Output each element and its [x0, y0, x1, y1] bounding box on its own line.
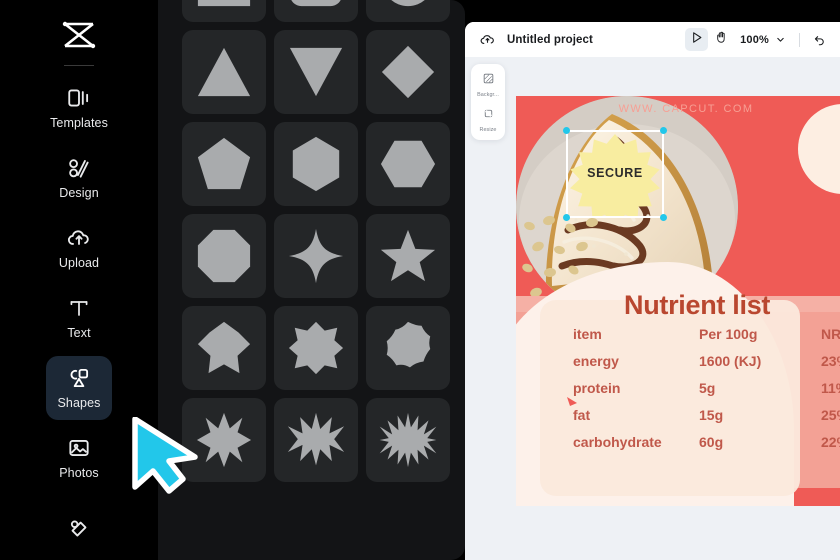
toolbar-divider	[799, 32, 800, 47]
sidebar-item-design[interactable]: Design	[46, 146, 112, 210]
editor-header: Untitled project 100%	[465, 22, 840, 57]
canvas-watermark: WWW. CAPCUT. COM	[618, 103, 754, 115]
nutrient-list-title: Nutrient list	[624, 290, 771, 320]
shape-tile-octagon[interactable]	[182, 214, 266, 298]
elements-icon	[66, 515, 92, 541]
cell-value: 5g	[699, 380, 716, 396]
cursor-select-tool[interactable]	[685, 28, 709, 51]
resize-tool[interactable]: Resize	[471, 107, 505, 133]
table-row: protein 5g 11%	[573, 380, 840, 407]
background-tool[interactable]: Backgr...	[471, 72, 505, 98]
sidebar-item-label: Upload	[58, 256, 100, 271]
shape-tile-sixteen-point-burst[interactable]	[366, 398, 450, 482]
nutrient-table: item Per 100g NRV energy 1600 (KJ) 23% p…	[573, 326, 840, 461]
shape-tile-five-point-star[interactable]	[366, 214, 450, 298]
undo-button[interactable]	[808, 29, 830, 51]
shape-tile-eight-point-rounded-blob[interactable]	[366, 306, 450, 390]
cursor-select-icon	[689, 30, 704, 50]
selection-box[interactable]	[563, 127, 667, 221]
hand-pan-tool[interactable]	[710, 28, 733, 51]
sidebar-divider	[64, 64, 94, 66]
cell-nrv: 11%	[821, 380, 840, 396]
cell-value: 1600 (KJ)	[699, 353, 762, 369]
selection-handle-top-right[interactable]	[660, 127, 667, 134]
sidebar-item-more[interactable]	[46, 496, 112, 560]
shape-tile-diamond[interactable]	[366, 30, 450, 114]
sidebar-item-label: Design	[59, 186, 99, 201]
shape-tile-eight-point-star[interactable]	[182, 398, 266, 482]
column-header-nrv: NRV	[821, 326, 840, 342]
background-tool-label: Backgr...	[477, 92, 499, 98]
sidebar-item-shapes[interactable]: Shapes	[46, 355, 112, 420]
shape-tile-square[interactable]	[182, 0, 266, 22]
decor-arrow	[567, 397, 577, 406]
design-icon	[66, 155, 92, 181]
selection-handle-bottom-right[interactable]	[660, 214, 667, 221]
shape-tile-ten-point-star[interactable]	[274, 398, 358, 482]
shape-tile-hexagon-vertical[interactable]	[274, 122, 358, 206]
sidebar-item-label: Text	[67, 326, 91, 341]
shape-tile-triangle-up[interactable]	[182, 30, 266, 114]
project-title[interactable]: Untitled project	[507, 34, 593, 46]
cell-item: fat	[573, 407, 591, 423]
shape-tile-six-point-blob[interactable]	[182, 306, 266, 390]
photos-icon	[66, 435, 92, 461]
column-header-per100g: Per 100g	[699, 326, 758, 342]
selection-handle-bottom-left[interactable]	[563, 214, 570, 221]
canvas-side-toolbar: Backgr... Resize	[471, 64, 505, 140]
sidebar-item-label: Photos	[59, 466, 99, 481]
shapes-panel	[158, 0, 465, 560]
chevron-down-icon[interactable]	[774, 33, 787, 46]
capcut-logo-icon[interactable]	[57, 16, 101, 55]
decor-cream-circle	[798, 104, 840, 194]
sidebar-item-text[interactable]: Text	[46, 286, 112, 350]
resize-icon	[482, 107, 495, 125]
selection-handle-top-left[interactable]	[563, 127, 570, 134]
shape-tile-pentagon[interactable]	[182, 122, 266, 206]
hand-pan-icon	[714, 30, 729, 50]
resize-tool-label: Resize	[479, 127, 497, 133]
shape-tile-rounded-square[interactable]	[274, 0, 358, 22]
sidebar-item-label: Templates	[50, 116, 108, 131]
cell-nrv: 22%	[821, 434, 840, 450]
shape-tile-four-point-star[interactable]	[274, 214, 358, 298]
sidebar: Templates Design Upload Text Shapes Phot…	[0, 0, 158, 560]
shape-tile-hexagon-horizontal[interactable]	[366, 122, 450, 206]
text-icon	[66, 295, 92, 321]
shapes-grid	[158, 0, 465, 482]
sidebar-item-photos[interactable]: Photos	[46, 426, 112, 490]
cell-item: protein	[573, 380, 621, 396]
table-row: carbohydrate 60g 22%	[573, 434, 840, 461]
sidebar-item-label: Shapes	[57, 396, 101, 411]
table-row: energy 1600 (KJ) 23%	[573, 353, 840, 380]
cloud-sync-icon[interactable]	[479, 31, 496, 48]
table-row: fat 15g 25%	[573, 407, 840, 434]
shapes-icon	[66, 365, 92, 391]
zoom-level[interactable]: 100%	[740, 34, 769, 46]
cell-nrv: 23%	[821, 353, 840, 369]
templates-icon	[66, 85, 92, 111]
shape-tile-triangle-down[interactable]	[274, 30, 358, 114]
sidebar-item-templates[interactable]: Templates	[46, 76, 112, 140]
design-canvas[interactable]: WWW. CAPCUT. COM Nutrient list item Per …	[516, 96, 840, 506]
table-header-row: item Per 100g NRV	[573, 326, 840, 353]
shape-tile-circle[interactable]	[366, 0, 450, 22]
sidebar-item-upload[interactable]: Upload	[46, 216, 112, 280]
editor-window: Untitled project 100% Backgr... Resize W…	[465, 22, 840, 560]
cell-item: carbohydrate	[573, 434, 662, 450]
upload-cloud-icon	[66, 225, 92, 251]
background-checker-icon	[482, 72, 495, 90]
column-header-item: item	[573, 326, 602, 342]
shape-tile-eight-point-blob[interactable]	[274, 306, 358, 390]
cell-value: 60g	[699, 434, 724, 450]
cell-item: energy	[573, 353, 619, 369]
cell-nrv: 25%	[821, 407, 840, 423]
cell-value: 15g	[699, 407, 724, 423]
editor-header-tools: 100%	[685, 22, 830, 57]
